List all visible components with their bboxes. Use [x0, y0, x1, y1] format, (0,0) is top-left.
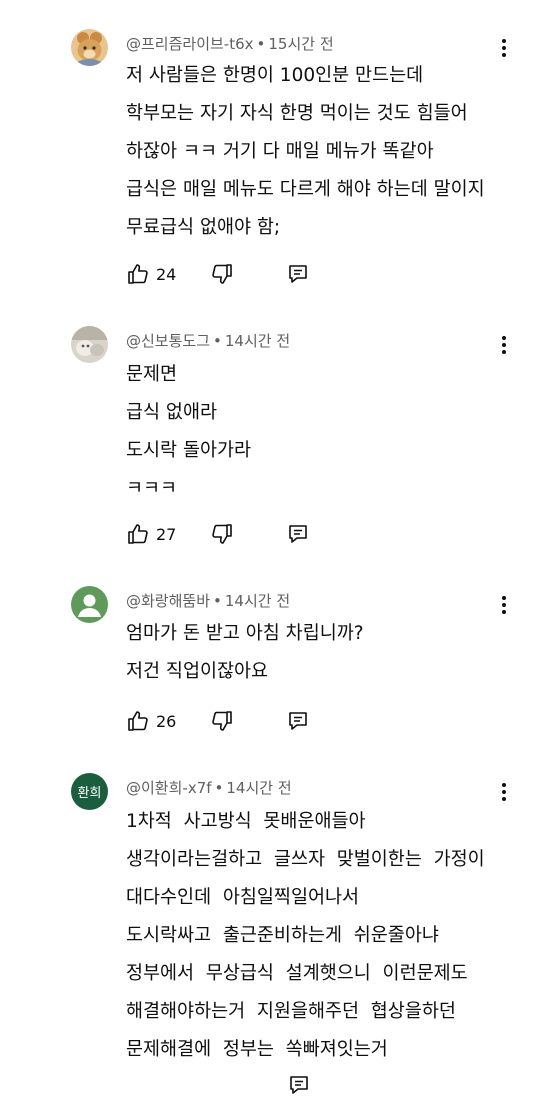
dislike-button[interactable]	[210, 262, 286, 286]
more-vertical-icon[interactable]	[494, 36, 514, 60]
comment-line: 대다수인데 아침일찍일어나서	[126, 887, 360, 908]
thumb-up-icon	[128, 711, 148, 731]
comment-text: 엄마가 돈 받고 아침 차립니까? 저건 직업이잖아요	[126, 622, 364, 698]
comment-line: 저건 직업이잖아요	[126, 661, 269, 682]
reply-button[interactable]	[286, 522, 310, 546]
thumb-up-icon	[128, 264, 148, 284]
user-avatar[interactable]	[71, 29, 108, 66]
comment-text: 문제면 급식 없애라 도시락 돌아가라 ㅋㅋㅋ	[126, 363, 251, 515]
more-vertical-icon[interactable]	[494, 780, 514, 804]
comment-author[interactable]: @프리즘라이브-t6x	[126, 35, 254, 53]
comment-author[interactable]: @화랑해뚬바	[126, 592, 210, 610]
comment-meta: @화랑해뚬바 • 14시간 전	[126, 591, 290, 611]
comment-time: 14시간 전	[224, 332, 291, 350]
comment-line: 급식은 매일 메뉴도 다르게 해야 하는데 말이지	[126, 179, 485, 200]
photo-avatar-image	[71, 326, 108, 363]
comment-line: 무료급식 없애야 함;	[126, 217, 281, 238]
comment-line: 문제면	[126, 364, 178, 385]
reply-comment-icon	[289, 265, 307, 283]
comment-author[interactable]: @이환희-x7f	[126, 779, 212, 797]
thumb-down-icon	[212, 264, 232, 284]
comment-meta: @신보통도그 • 14시간 전	[126, 331, 290, 351]
thumb-down-icon	[212, 524, 232, 544]
meta-separator: •	[213, 332, 222, 350]
reply-comment-icon	[290, 1076, 308, 1094]
meta-separator: •	[214, 779, 224, 797]
like-count: 26	[156, 711, 177, 731]
user-avatar[interactable]	[71, 326, 108, 363]
dislike-button[interactable]	[210, 709, 286, 733]
user-avatar[interactable]: 환희	[71, 773, 108, 810]
like-button[interactable]: 26	[126, 709, 210, 733]
meta-separator: •	[256, 35, 266, 53]
comment-meta: @프리즘라이브-t6x • 15시간 전	[126, 34, 334, 54]
comment-actions: 27	[126, 521, 310, 547]
avatar-initials: 환희	[77, 786, 102, 801]
comment-line: ㅋㅋㅋ	[126, 478, 178, 499]
comment-time: 14시간 전	[226, 779, 292, 797]
bear-avatar-image	[71, 29, 108, 66]
like-count: 24	[156, 264, 177, 284]
meta-separator: •	[213, 592, 222, 610]
more-vertical-icon[interactable]	[494, 333, 514, 357]
comment-line: 학부모는 자기 자식 한명 먹이는 것도 힘들어	[126, 103, 468, 124]
reply-button[interactable]	[286, 262, 310, 286]
comment-actions: 26	[126, 708, 310, 734]
comment-line: 하잖아 ㅋㅋ 거기 다 매일 메뉴가 똑같아	[126, 141, 434, 162]
comment-line: 엄마가 돈 받고 아침 차립니까?	[126, 623, 364, 644]
comment-line: 문제해결에 정부는 쏙빠져잇는거	[126, 1039, 388, 1060]
comment-line: 급식 없애라	[126, 402, 217, 423]
comment-line: 도시락싸고 출근준비하는게 쉬운줄아냐	[126, 925, 439, 946]
like-count: 27	[156, 524, 177, 544]
like-button[interactable]: 27	[126, 522, 210, 546]
comment-line: 생각이라는걸하고 글쓰자 맞벌이한는 가정이	[126, 849, 485, 870]
reply-button[interactable]	[287, 1073, 311, 1097]
reply-button[interactable]	[286, 709, 310, 733]
comment-text: 1차적 사고방식 못배운애들아 생각이라는걸하고 글쓰자 맞벌이한는 가정이 대…	[126, 810, 485, 1076]
reply-comment-icon	[289, 525, 307, 543]
like-button[interactable]: 24	[126, 262, 210, 286]
comment-line: 해결해야하는거 지원을해주던 협상을하던	[126, 1001, 456, 1022]
thumb-down-icon	[212, 711, 232, 731]
comment-time: 15시간 전	[268, 35, 334, 53]
user-avatar[interactable]	[71, 586, 108, 623]
more-vertical-icon[interactable]	[494, 593, 514, 617]
dislike-button[interactable]	[210, 522, 286, 546]
comment-author[interactable]: @신보통도그	[126, 332, 210, 350]
comment-line: 1차적 사고방식 못배운애들아	[126, 811, 366, 832]
comment-time: 14시간 전	[224, 592, 291, 610]
comment-line: 저 사람들은 한명이 100인분 만드는데	[126, 65, 424, 86]
comment-line: 도시락 돌아가라	[126, 440, 252, 461]
comment-actions	[287, 1072, 311, 1098]
default-person-icon	[71, 586, 108, 623]
comment-text: 저 사람들은 한명이 100인분 만드는데 학부모는 자기 자식 한명 먹이는 …	[126, 64, 485, 254]
comment-actions: 24	[126, 261, 310, 287]
reply-comment-icon	[289, 712, 307, 730]
comment-meta: @이환희-x7f • 14시간 전	[126, 778, 292, 798]
thumb-up-icon	[128, 524, 148, 544]
comment-line: 정부에서 무상급식 설계햇으니 이런문제도	[126, 963, 468, 984]
